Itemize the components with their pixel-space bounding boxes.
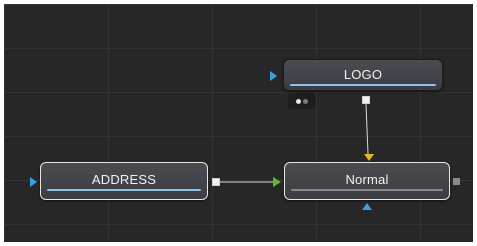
logo-input-icon[interactable] xyxy=(270,71,277,81)
wire-logo-to-normal xyxy=(365,103,369,155)
logo-node[interactable]: LOGO xyxy=(283,59,443,91)
badge-dot-gray-icon xyxy=(303,99,308,104)
node-editor[interactable]: LOGO ADDRESS Normal xyxy=(4,4,473,242)
normal-foreground-input-icon[interactable] xyxy=(273,177,281,187)
address-node-bar xyxy=(47,189,201,191)
logo-node-badge xyxy=(288,93,316,109)
address-node[interactable]: ADDRESS xyxy=(40,162,208,200)
logo-node-label: LOGO xyxy=(343,67,383,82)
address-input-icon[interactable] xyxy=(30,177,37,187)
logo-output-port-icon[interactable] xyxy=(362,96,370,104)
normal-node-bar xyxy=(291,189,443,191)
badge-dot-white-icon xyxy=(296,99,301,104)
normal-mask-input-icon[interactable] xyxy=(362,203,372,210)
normal-background-input-icon[interactable] xyxy=(364,154,374,161)
address-node-label: ADDRESS xyxy=(91,172,157,187)
canvas: LOGO ADDRESS Normal xyxy=(0,0,477,246)
address-output-port-icon[interactable] xyxy=(212,178,220,186)
logo-node-bar xyxy=(290,84,436,86)
connection-wires xyxy=(220,103,369,183)
normal-node-label: Normal xyxy=(345,172,389,187)
normal-output-port-icon[interactable] xyxy=(453,178,460,185)
normal-node[interactable]: Normal xyxy=(284,162,450,200)
